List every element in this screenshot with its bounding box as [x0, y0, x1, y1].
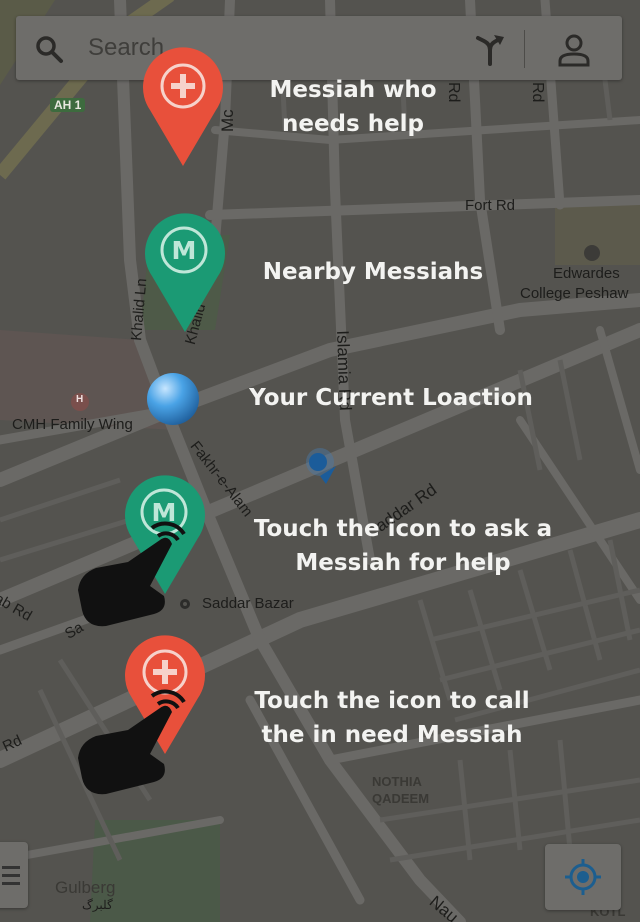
map-label-rd-top2: Rd	[529, 82, 546, 103]
menu-icon	[2, 882, 20, 885]
legend-help-line1: Messiah who	[269, 77, 437, 103]
map-overlay-screen: AH 1 Fort Rd Edwardes College Peshaw Kha…	[0, 0, 640, 922]
legend-ask-text: Touch the icon to ask a Messiah for help	[250, 512, 556, 580]
search-bar[interactable]: Search	[16, 16, 622, 80]
map-label-edwardes: Edwardes	[553, 265, 620, 282]
map-label-nothia: NOTHIA	[372, 774, 422, 789]
map-label-cmh: CMH Family Wing	[12, 416, 133, 433]
map-label-h-marker: H	[76, 394, 84, 405]
legend-call-line1: Touch the icon to call	[254, 688, 530, 714]
legend-ask-line2: Messiah for help	[295, 550, 511, 576]
map-label-fort-rd: Fort Rd	[465, 197, 516, 214]
legend-help-text: Messiah who needs help	[250, 73, 456, 141]
legend-help-line2: needs help	[281, 111, 425, 137]
map-label-gulberg: Gulberg	[55, 878, 116, 897]
map-label-ah1: AH 1	[50, 98, 86, 112]
map-label-qadeem: QADEEM	[372, 791, 430, 806]
legend-call-text: Touch the icon to call the in need Messi…	[254, 684, 530, 752]
directions-icon[interactable]	[474, 34, 506, 66]
legend-call-line2: the in need Messiah	[261, 722, 523, 748]
legend-current-text: Your Current Loaction	[249, 385, 533, 411]
search-bar-divider	[524, 30, 525, 68]
nearby-pin-letter: M	[172, 236, 197, 265]
account-icon[interactable]	[556, 32, 592, 68]
legend-nearby-text: Nearby Messiahs	[262, 259, 484, 285]
current-location-icon[interactable]	[146, 372, 200, 426]
menu-icon	[2, 866, 20, 869]
menu-button[interactable]	[0, 842, 28, 908]
map-label-saddar-bazar: Saddar Bazar	[202, 595, 294, 612]
map-label-college: College Peshaw	[520, 285, 629, 302]
menu-icon	[2, 874, 20, 877]
my-location-button[interactable]	[545, 844, 621, 910]
pointing-hand-icon	[78, 521, 186, 627]
help-pin-icon[interactable]	[140, 44, 226, 166]
nearby-messiah-pin-icon[interactable]: M	[142, 208, 228, 332]
legend-ask-line1: Touch the icon to ask a	[253, 516, 553, 542]
search-icon[interactable]	[34, 34, 64, 64]
my-location-icon	[565, 859, 601, 895]
pointing-hand-icon	[78, 689, 186, 795]
map-label-gulberg-urdu: گلبرگ	[82, 898, 113, 912]
